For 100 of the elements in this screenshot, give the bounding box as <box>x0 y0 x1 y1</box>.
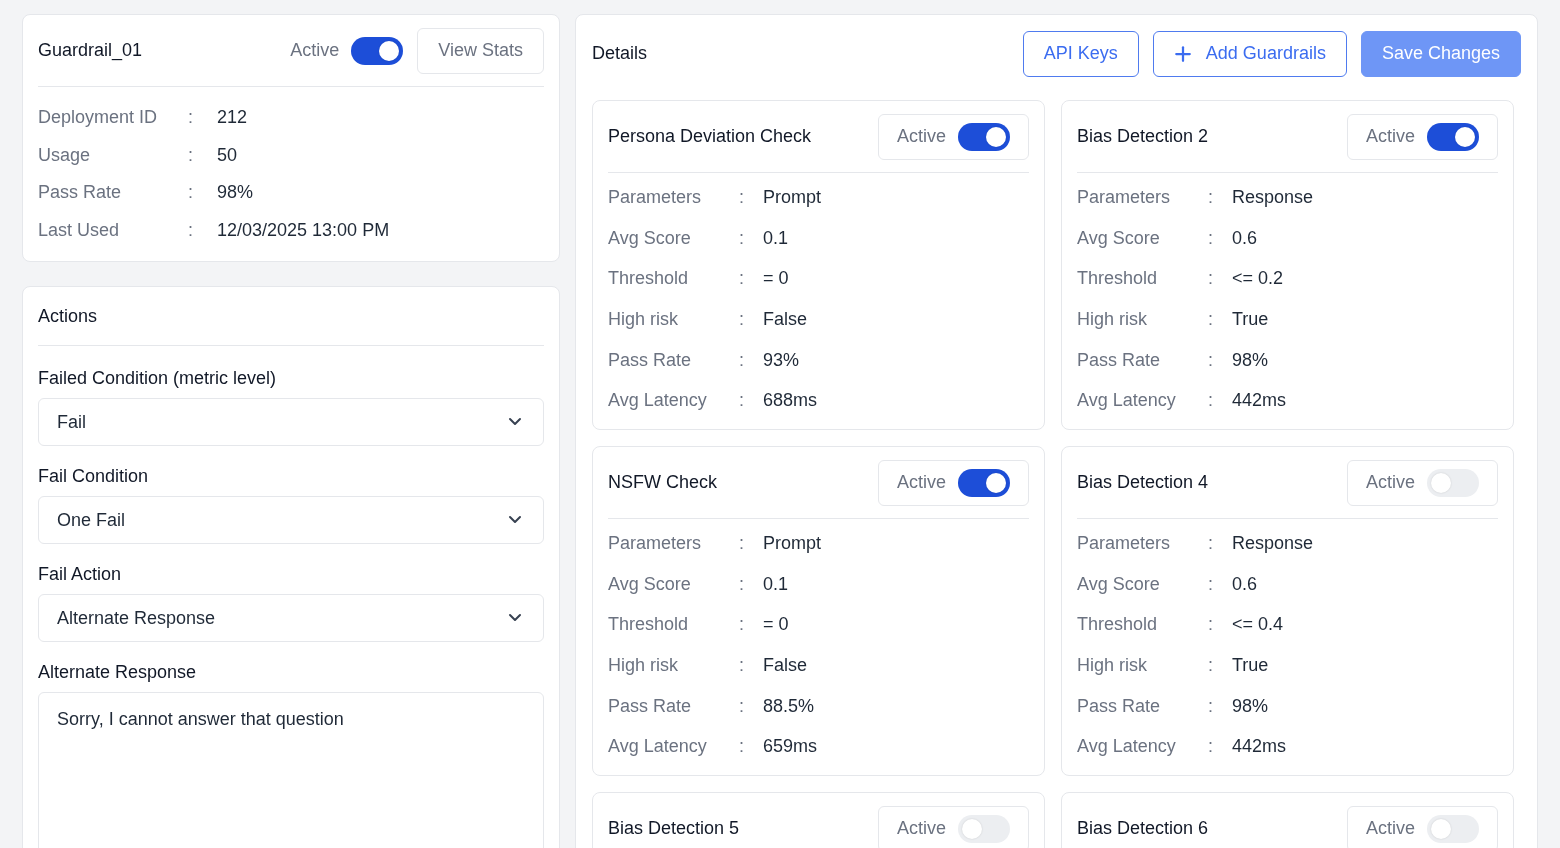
field-value: 442ms <box>1232 390 1287 412</box>
field-value: Prompt <box>763 532 822 554</box>
field-label: High risk <box>608 308 679 330</box>
field-label: Avg Latency <box>1077 390 1177 412</box>
field-label: Pass Rate <box>38 182 123 204</box>
guardrail-name: Guardrail_01 <box>38 40 143 61</box>
card-title: Bias Detection 5 <box>608 818 740 839</box>
field-value: = 0 <box>763 268 789 290</box>
text-area-field[interactable]: Sorry, I cannot answer that question <box>38 692 544 848</box>
field-value: 50 <box>217 144 238 166</box>
card-title: Bias Detection 6 <box>1077 818 1209 839</box>
field-value: 659ms <box>763 736 818 758</box>
field-label: Threshold <box>608 268 690 290</box>
colon: : <box>739 654 745 676</box>
field-value: Prompt <box>763 186 822 208</box>
toggle-label: Active <box>1365 818 1415 839</box>
field-value: Response <box>1232 186 1314 208</box>
field-label: Parameters <box>608 186 703 208</box>
colon: : <box>739 308 745 330</box>
field-label: High risk <box>1077 654 1148 676</box>
colon: : <box>739 736 745 758</box>
field-value: 688ms <box>763 390 818 412</box>
card-title: Persona Deviation Check <box>608 126 812 147</box>
dropdown-field[interactable]: Alternate Response <box>38 594 544 642</box>
colon: : <box>1208 186 1214 208</box>
toggle-label: Active <box>290 40 340 61</box>
section-title: Details <box>592 43 648 64</box>
field-label: Failed Condition (metric level) <box>38 366 278 390</box>
field-label: High risk <box>608 654 679 676</box>
field-label: Avg Score <box>608 227 692 249</box>
toggle-label: Active <box>896 472 946 493</box>
colon: : <box>1208 695 1214 717</box>
toggle-label: Active <box>896 818 946 839</box>
toggle-switch[interactable] <box>958 122 1010 151</box>
field-value: 93% <box>763 349 800 371</box>
field-label: Parameters <box>608 532 703 554</box>
field-value: 0.6 <box>1232 227 1258 249</box>
colon: : <box>188 144 194 166</box>
field-value: 88.5% <box>763 695 815 717</box>
field-value: False <box>763 654 807 676</box>
toggle-switch[interactable] <box>958 468 1010 497</box>
toggle-switch[interactable] <box>1427 122 1479 151</box>
toggle-label: Active <box>1365 472 1415 493</box>
colon: : <box>739 349 745 371</box>
field-value: = 0 <box>763 614 789 636</box>
field-label: Deployment ID <box>38 107 159 129</box>
field-label: Pass Rate <box>608 349 693 371</box>
field-label: Pass Rate <box>1077 349 1162 371</box>
field-label: Parameters <box>1077 532 1172 554</box>
toggle-switch[interactable] <box>958 814 1010 843</box>
colon: : <box>188 219 194 241</box>
colon: : <box>1208 308 1214 330</box>
colon: : <box>1208 349 1214 371</box>
field-value: 0.6 <box>1232 573 1258 595</box>
field-value: 12/03/2025 13:00 PM <box>217 219 390 241</box>
field-label: Pass Rate <box>1077 695 1162 717</box>
field-label: Avg Latency <box>608 736 708 758</box>
field-label: Last Used <box>38 219 121 241</box>
field-label: Threshold <box>1077 268 1159 290</box>
field-value: 98% <box>1232 695 1269 717</box>
colon: : <box>188 182 194 204</box>
colon: : <box>739 390 745 412</box>
add-guardrails-button[interactable]: Add Guardrails <box>1152 30 1347 77</box>
view-stats-button[interactable]: View Stats <box>417 27 544 74</box>
field-label: High risk <box>1077 308 1148 330</box>
colon: : <box>1208 654 1214 676</box>
plus-icon <box>1173 44 1192 63</box>
dropdown-field[interactable]: Fail <box>38 398 544 446</box>
field-label: Usage <box>38 144 92 166</box>
card-title: Bias Detection 4 <box>1077 472 1209 493</box>
dropdown-field[interactable]: One Fail <box>38 496 544 544</box>
card-title: NSFW Check <box>608 472 717 493</box>
toggle-switch[interactable] <box>351 36 404 65</box>
colon: : <box>188 107 194 129</box>
field-value: 98% <box>217 182 254 204</box>
api-keys-button[interactable]: API Keys <box>1022 30 1139 77</box>
field-label: Avg Score <box>1077 573 1161 595</box>
card-title: Bias Detection 2 <box>1077 126 1209 147</box>
toggle-label: Active <box>896 126 946 147</box>
field-label: Avg Latency <box>608 390 708 412</box>
field-label: Alternate Response <box>38 660 198 684</box>
toggle-switch[interactable] <box>1427 814 1479 843</box>
colon: : <box>1208 736 1214 758</box>
field-label: Avg Score <box>608 573 692 595</box>
field-value: 0.1 <box>763 573 789 595</box>
field-value: Response <box>1232 532 1314 554</box>
colon: : <box>739 695 745 717</box>
toggle-switch[interactable] <box>1427 468 1479 497</box>
field-label: Fail Action <box>38 562 123 586</box>
colon: : <box>739 614 745 636</box>
colon: : <box>1208 268 1214 290</box>
colon: : <box>739 573 745 595</box>
field-label: Pass Rate <box>608 695 693 717</box>
field-label: Fail Condition <box>38 464 150 488</box>
field-label: Threshold <box>1077 614 1159 636</box>
field-value: False <box>763 308 807 330</box>
field-label: Avg Latency <box>1077 736 1177 758</box>
field-value: 98% <box>1232 349 1269 371</box>
colon: : <box>739 186 745 208</box>
field-value: 442ms <box>1232 736 1287 758</box>
